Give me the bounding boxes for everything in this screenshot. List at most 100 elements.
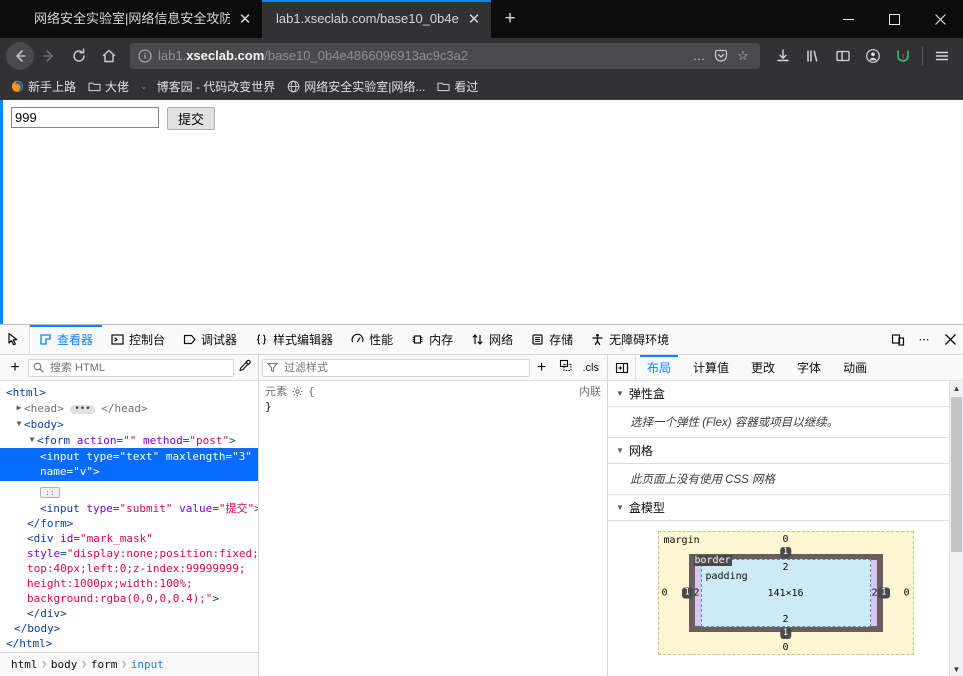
- pseudo-class-icon[interactable]: [554, 359, 578, 376]
- downloads-icon[interactable]: [768, 42, 798, 70]
- html-tree[interactable]: <html> ▶ <head> ••• </head> ▼ <body> ▼ <for…: [0, 381, 258, 652]
- attrval-type[interactable]: "text": [119, 450, 159, 463]
- padding-left-value[interactable]: 2: [694, 588, 700, 599]
- collapse-caret-icon[interactable]: ▼: [14, 416, 24, 431]
- margin-top-value[interactable]: 0: [782, 534, 788, 545]
- bookmark-star-icon[interactable]: ☆: [732, 48, 754, 64]
- tab-close-icon[interactable]: ✕: [234, 8, 256, 30]
- bookmark-item-4[interactable]: 看过: [432, 76, 483, 97]
- tree-node-body-open[interactable]: ▼ <body>: [0, 416, 258, 432]
- caret-down-icon[interactable]: ▼: [616, 389, 624, 398]
- minimize-button[interactable]: [825, 0, 871, 38]
- tab-computed[interactable]: 计算值: [682, 355, 740, 380]
- tab-close-icon[interactable]: ✕: [463, 8, 485, 30]
- border-right-value[interactable]: 1: [878, 587, 890, 599]
- tree-node-head[interactable]: ▶ <head> ••• </head>: [0, 400, 258, 416]
- margin-left-value[interactable]: 0: [662, 588, 668, 599]
- element-rule-source[interactable]: 内联: [579, 384, 601, 399]
- forward-button[interactable]: [34, 42, 64, 70]
- attr-style[interactable]: style: [27, 547, 60, 560]
- filter-input[interactable]: [282, 360, 525, 375]
- attrval-method[interactable]: "post": [189, 434, 229, 447]
- url-bar[interactable]: lab1.xseclab.com/base10_0b4e4866096913ac…: [130, 42, 760, 69]
- element-picker-icon[interactable]: [0, 325, 30, 354]
- box-model-diagram[interactable]: 141×16 margin border padding 0 0 0 0 1 1: [657, 531, 914, 655]
- border-bottom-value[interactable]: 1: [779, 628, 792, 639]
- scroll-down-arrow[interactable]: ▼: [953, 662, 961, 676]
- tab-debugger[interactable]: 调试器: [174, 325, 246, 354]
- border-top-value[interactable]: 1: [779, 547, 792, 558]
- tree-node-input-submit[interactable]: <input type="submit" value="提交">: [0, 501, 258, 516]
- responsive-design-mode-button[interactable]: [885, 325, 911, 354]
- tab-memory[interactable]: 内存: [402, 325, 462, 354]
- page-submit-button[interactable]: 提交: [167, 107, 216, 130]
- collapsed-children-icon[interactable]: •••: [70, 405, 95, 414]
- section-grid-header[interactable]: ▼ 网格: [608, 438, 963, 464]
- sidebar-toggle-icon[interactable]: [608, 355, 636, 380]
- tab-network[interactable]: 网络: [462, 325, 522, 354]
- margin-bottom-value[interactable]: 0: [782, 642, 788, 653]
- style-filter-box[interactable]: [262, 358, 530, 377]
- attr-type[interactable]: type: [86, 502, 113, 515]
- caret-down-icon[interactable]: ▼: [616, 503, 624, 512]
- tab-performance[interactable]: 性能: [342, 325, 402, 354]
- breadcrumb-form[interactable]: form: [88, 658, 121, 671]
- attr-type[interactable]: type: [86, 450, 113, 463]
- chevron-down-icon[interactable]: ⌄: [136, 81, 152, 92]
- attr-action[interactable]: action: [77, 434, 117, 447]
- add-node-button[interactable]: +: [2, 359, 28, 376]
- tab-console[interactable]: 控制台: [102, 325, 174, 354]
- sidebar-icon[interactable]: [828, 42, 858, 70]
- library-icon[interactable]: [798, 42, 828, 70]
- page-text-input[interactable]: [11, 107, 159, 128]
- element-rule-selector[interactable]: 元素: [265, 384, 287, 399]
- padding-top-value[interactable]: 2: [782, 562, 788, 573]
- tree-node-form-open[interactable]: ▼ <form action="" method="post">: [0, 432, 258, 448]
- eyedropper-icon[interactable]: [234, 359, 256, 376]
- collapse-caret-icon[interactable]: ▼: [27, 432, 37, 447]
- section-flexbox-header[interactable]: ▼ 弹性盒: [608, 381, 963, 407]
- rules-content[interactable]: 元素 { 内联 }: [259, 381, 607, 676]
- reload-button[interactable]: [64, 42, 94, 70]
- tab-inspector[interactable]: 查看器: [30, 325, 103, 354]
- tab-accessibility[interactable]: 无障碍环境: [582, 325, 678, 354]
- breadcrumb-html[interactable]: html: [8, 658, 41, 671]
- attrval-type[interactable]: "submit": [119, 502, 172, 515]
- bookmark-item-2[interactable]: 博客园 - 代码改变世界: [152, 76, 281, 97]
- tree-node-div-mask[interactable]: <div id="mark_mask" style="display:none;…: [0, 531, 258, 621]
- attr-value[interactable]: value: [179, 502, 212, 515]
- tree-node-html-close[interactable]: </html>: [0, 636, 258, 651]
- expand-caret-icon[interactable]: ▶: [14, 400, 24, 415]
- add-rule-button[interactable]: +: [530, 359, 554, 376]
- tree-node-input-text-selected[interactable]: <input type="text" maxlength="3" name="v…: [0, 448, 258, 481]
- attr-id[interactable]: id: [60, 532, 73, 545]
- attr-name[interactable]: name: [40, 465, 67, 478]
- devtools-close-button[interactable]: [937, 325, 963, 354]
- caret-down-icon[interactable]: ▼: [616, 446, 624, 455]
- attrval-action[interactable]: "": [123, 434, 136, 447]
- tab-animations[interactable]: 动画: [832, 355, 878, 380]
- home-button[interactable]: [94, 42, 124, 70]
- close-button[interactable]: [917, 0, 963, 38]
- pseudo-element-badge[interactable]: ::: [40, 487, 60, 498]
- attrval-maxlength[interactable]: "3": [232, 450, 252, 463]
- extension-icon[interactable]: [888, 42, 918, 70]
- tab-changes[interactable]: 更改: [740, 355, 786, 380]
- page-actions-button[interactable]: …: [688, 48, 710, 63]
- bookmark-item-3[interactable]: 网络安全实验室|网络...: [282, 76, 430, 97]
- attr-maxlength[interactable]: maxlength: [166, 450, 226, 463]
- url-text[interactable]: lab1.xseclab.com/base10_0b4e4866096913ac…: [158, 48, 688, 63]
- devtools-more-button[interactable]: ⋯: [911, 325, 937, 354]
- back-button[interactable]: [6, 41, 34, 70]
- tree-node-form-close[interactable]: </form>: [0, 516, 258, 531]
- scroll-thumb[interactable]: [951, 397, 962, 552]
- scroll-up-arrow[interactable]: ▲: [953, 381, 961, 395]
- html-search-box[interactable]: [28, 358, 234, 377]
- border-left-value[interactable]: 1: [681, 587, 693, 599]
- attrval-id[interactable]: "mark_mask": [80, 532, 153, 545]
- layout-scrollbar[interactable]: ▲ ▼: [949, 381, 963, 676]
- class-toggle-button[interactable]: .cls: [578, 362, 605, 374]
- browser-tab-1[interactable]: 网络安全实验室|网络信息安全攻防 ✕: [20, 0, 262, 38]
- search-input[interactable]: [48, 360, 229, 375]
- gear-icon[interactable]: [292, 386, 303, 397]
